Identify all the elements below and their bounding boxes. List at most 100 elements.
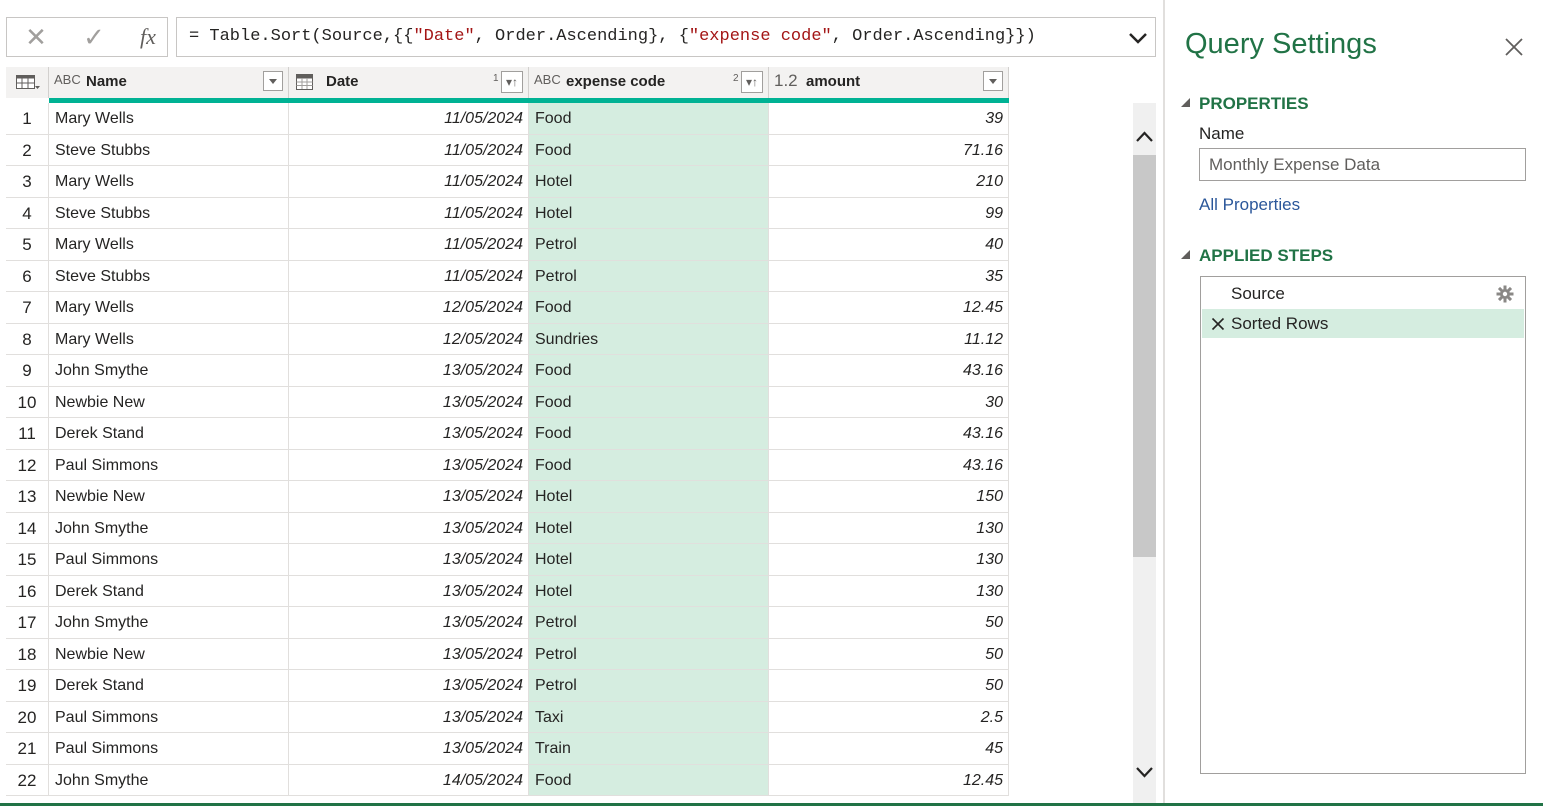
date-cell[interactable]: 11/05/2024	[289, 134, 529, 166]
pane-divider[interactable]	[1163, 0, 1165, 806]
expand-formula-chevron-icon[interactable]	[1126, 26, 1150, 50]
amount-cell[interactable]: 40	[769, 229, 1009, 261]
table-row[interactable]: 5 Mary Wells 11/05/2024 Petrol 40	[6, 229, 1009, 261]
name-cell[interactable]: Mary Wells	[49, 103, 289, 135]
table-row[interactable]: 18 Newbie New 13/05/2024 Petrol 50	[6, 638, 1009, 670]
date-cell[interactable]: 13/05/2024	[289, 733, 529, 765]
column-header-name[interactable]: ABC Name	[49, 67, 289, 98]
expense-code-cell[interactable]: Food	[529, 103, 769, 135]
name-cell[interactable]: Derek Stand	[49, 418, 289, 450]
table-row[interactable]: 9 John Smythe 13/05/2024 Food 43.16	[6, 355, 1009, 387]
name-cell[interactable]: Steve Stubbs	[49, 197, 289, 229]
table-row[interactable]: 22 John Smythe 14/05/2024 Food 12.45	[6, 764, 1009, 796]
expense-code-cell[interactable]: Petrol	[529, 670, 769, 702]
expense-code-cell[interactable]: Train	[529, 733, 769, 765]
row-number[interactable]: 18	[6, 638, 49, 670]
table-row[interactable]: 17 John Smythe 13/05/2024 Petrol 50	[6, 607, 1009, 639]
amount-cell[interactable]: 45	[769, 733, 1009, 765]
column-header-amount[interactable]: 1.2 amount	[769, 67, 1009, 98]
all-properties-link[interactable]: All Properties	[1199, 195, 1300, 215]
name-cell[interactable]: John Smythe	[49, 607, 289, 639]
text-type-icon[interactable]: ABC	[534, 72, 561, 87]
expense-code-cell[interactable]: Food	[529, 355, 769, 387]
scroll-up-icon[interactable]	[1133, 126, 1156, 148]
expense-code-cell[interactable]: Food	[529, 764, 769, 796]
expense-code-cell[interactable]: Hotel	[529, 575, 769, 607]
row-number[interactable]: 12	[6, 449, 49, 481]
amount-cell[interactable]: 50	[769, 607, 1009, 639]
row-number[interactable]: 2	[6, 134, 49, 166]
table-row[interactable]: 3 Mary Wells 11/05/2024 Hotel 210	[6, 166, 1009, 198]
row-number[interactable]: 17	[6, 607, 49, 639]
date-cell[interactable]: 13/05/2024	[289, 670, 529, 702]
amount-cell[interactable]: 71.16	[769, 134, 1009, 166]
delete-x-icon[interactable]	[1211, 317, 1225, 331]
row-number[interactable]: 10	[6, 386, 49, 418]
table-row[interactable]: 2 Steve Stubbs 11/05/2024 Food 71.16	[6, 134, 1009, 166]
expense-code-cell[interactable]: Petrol	[529, 229, 769, 261]
table-row[interactable]: 16 Derek Stand 13/05/2024 Hotel 130	[6, 575, 1009, 607]
name-cell[interactable]: Paul Simmons	[49, 701, 289, 733]
amount-cell[interactable]: 11.12	[769, 323, 1009, 355]
amount-cell[interactable]: 35	[769, 260, 1009, 292]
filter-dropdown-icon[interactable]	[263, 71, 283, 91]
date-cell[interactable]: 11/05/2024	[289, 197, 529, 229]
name-cell[interactable]: Mary Wells	[49, 229, 289, 261]
table-row[interactable]: 21 Paul Simmons 13/05/2024 Train 45	[6, 733, 1009, 765]
table-row[interactable]: 7 Mary Wells 12/05/2024 Food 12.45	[6, 292, 1009, 324]
date-cell[interactable]: 12/05/2024	[289, 292, 529, 324]
amount-cell[interactable]: 130	[769, 575, 1009, 607]
date-cell[interactable]: 13/05/2024	[289, 355, 529, 387]
table-row[interactable]: 1 Mary Wells 11/05/2024 Food 39	[6, 103, 1009, 135]
row-number[interactable]: 3	[6, 166, 49, 198]
table-row[interactable]: 12 Paul Simmons 13/05/2024 Food 43.16	[6, 449, 1009, 481]
column-header-expense-code[interactable]: ABC expense code 2 ▾↑	[529, 67, 769, 98]
name-cell[interactable]: Newbie New	[49, 481, 289, 513]
amount-cell[interactable]: 210	[769, 166, 1009, 198]
expense-code-cell[interactable]: Petrol	[529, 607, 769, 639]
step-source[interactable]: Source	[1202, 279, 1524, 308]
row-number[interactable]: 11	[6, 418, 49, 450]
table-row[interactable]: 20 Paul Simmons 13/05/2024 Taxi 2.5	[6, 701, 1009, 733]
expense-code-cell[interactable]: Hotel	[529, 166, 769, 198]
table-menu-button[interactable]	[6, 67, 49, 98]
table-row[interactable]: 15 Paul Simmons 13/05/2024 Hotel 130	[6, 544, 1009, 576]
table-row[interactable]: 14 John Smythe 13/05/2024 Hotel 130	[6, 512, 1009, 544]
row-number[interactable]: 1	[6, 103, 49, 135]
cancel-formula-icon[interactable]: ✕	[21, 18, 51, 56]
row-number[interactable]: 16	[6, 575, 49, 607]
amount-cell[interactable]: 12.45	[769, 764, 1009, 796]
name-cell[interactable]: Paul Simmons	[49, 733, 289, 765]
row-number[interactable]: 8	[6, 323, 49, 355]
date-cell[interactable]: 11/05/2024	[289, 166, 529, 198]
sort-ascending-icon[interactable]: ▾↑	[501, 71, 523, 93]
amount-cell[interactable]: 39	[769, 103, 1009, 135]
expense-code-cell[interactable]: Petrol	[529, 260, 769, 292]
date-cell[interactable]: 13/05/2024	[289, 544, 529, 576]
row-number[interactable]: 14	[6, 512, 49, 544]
date-cell[interactable]: 13/05/2024	[289, 386, 529, 418]
amount-cell[interactable]: 2.5	[769, 701, 1009, 733]
name-cell[interactable]: John Smythe	[49, 764, 289, 796]
amount-cell[interactable]: 43.16	[769, 418, 1009, 450]
date-cell[interactable]: 13/05/2024	[289, 481, 529, 513]
row-number[interactable]: 7	[6, 292, 49, 324]
row-number[interactable]: 15	[6, 544, 49, 576]
close-icon[interactable]	[1501, 34, 1527, 60]
expense-code-cell[interactable]: Food	[529, 292, 769, 324]
name-cell[interactable]: Derek Stand	[49, 575, 289, 607]
row-number[interactable]: 9	[6, 355, 49, 387]
fx-icon[interactable]: fx	[131, 18, 165, 56]
column-header-date[interactable]: Date 1 ▾↑	[289, 67, 529, 98]
collapse-applied-steps-icon[interactable]	[1180, 249, 1192, 261]
table-row[interactable]: 11 Derek Stand 13/05/2024 Food 43.16	[6, 418, 1009, 450]
expense-code-cell[interactable]: Food	[529, 134, 769, 166]
name-cell[interactable]: Steve Stubbs	[49, 134, 289, 166]
date-cell[interactable]: 13/05/2024	[289, 607, 529, 639]
row-number[interactable]: 6	[6, 260, 49, 292]
formula-input[interactable]: = Table.Sort(Source,{{"Date", Order.Asce…	[176, 17, 1156, 57]
table-row[interactable]: 13 Newbie New 13/05/2024 Hotel 150	[6, 481, 1009, 513]
name-cell[interactable]: Newbie New	[49, 638, 289, 670]
row-number[interactable]: 13	[6, 481, 49, 513]
amount-cell[interactable]: 43.16	[769, 355, 1009, 387]
